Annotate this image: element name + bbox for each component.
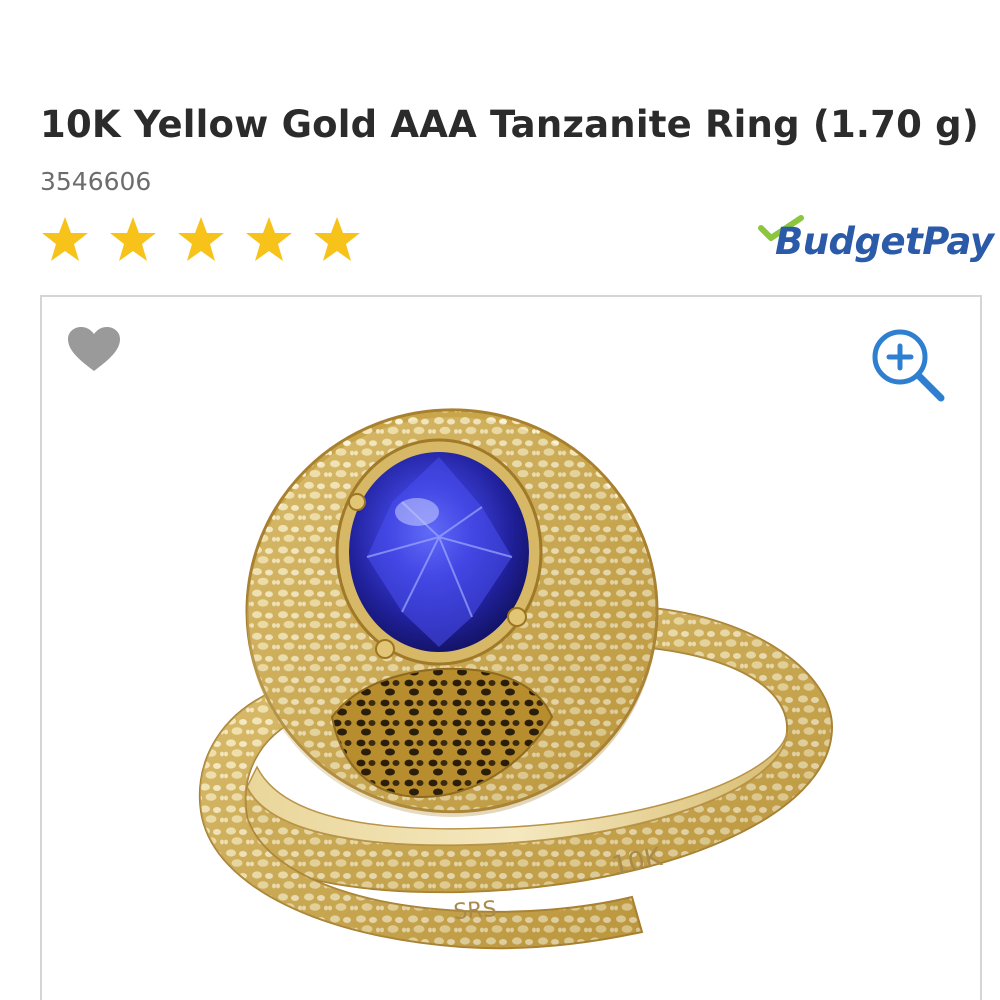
star-icon	[176, 215, 226, 263]
rating-stars[interactable]	[40, 215, 362, 263]
zoom-in-icon[interactable]	[868, 325, 948, 410]
heart-icon[interactable]	[66, 325, 122, 380]
product-title: 10K Yellow Gold AAA Tanzanite Ring (1.70…	[40, 102, 979, 146]
budgetpay-label: BudgetPay	[775, 220, 994, 263]
budgetpay-badge[interactable]: BudgetPay	[757, 214, 994, 274]
band-stamp-srs: SRS	[453, 897, 498, 925]
product-page: 10K Yellow Gold AAA Tanzanite Ring (1.70…	[0, 0, 1000, 1000]
product-image-frame[interactable]: 10K SRS	[40, 295, 982, 1000]
star-icon	[40, 215, 90, 263]
star-icon	[244, 215, 294, 263]
star-icon	[108, 215, 158, 263]
star-icon	[312, 215, 362, 263]
product-sku: 3546606	[40, 167, 152, 196]
product-image: 10K SRS	[198, 408, 834, 950]
